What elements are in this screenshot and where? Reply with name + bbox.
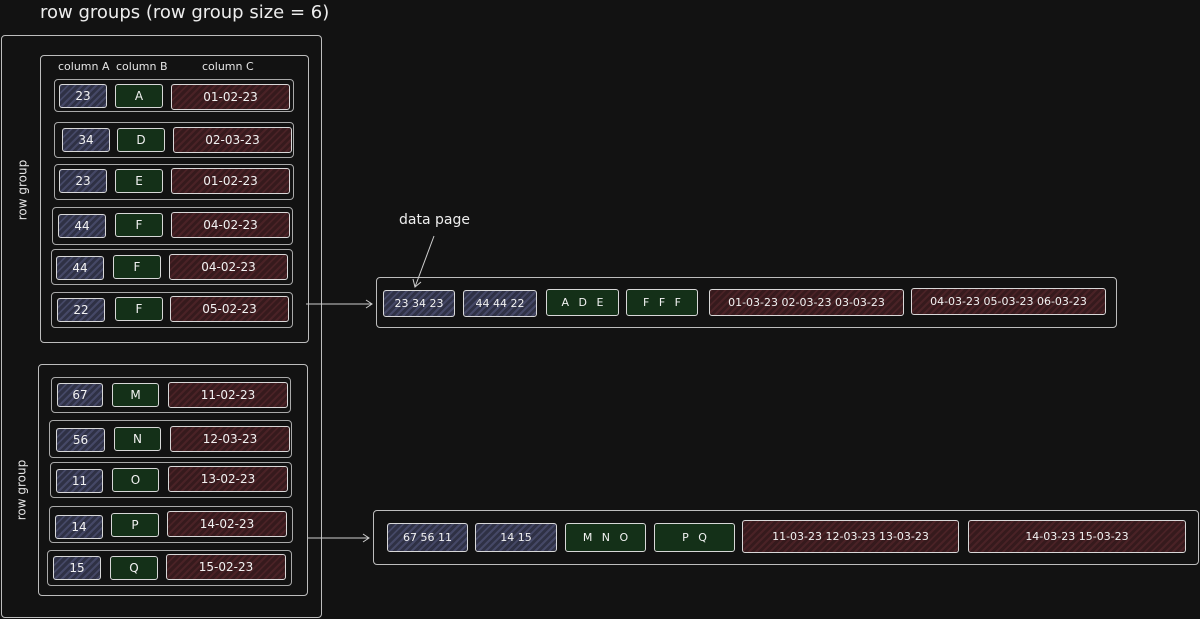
arrow-data-page — [414, 235, 435, 288]
connector-arrows — [306, 235, 435, 543]
